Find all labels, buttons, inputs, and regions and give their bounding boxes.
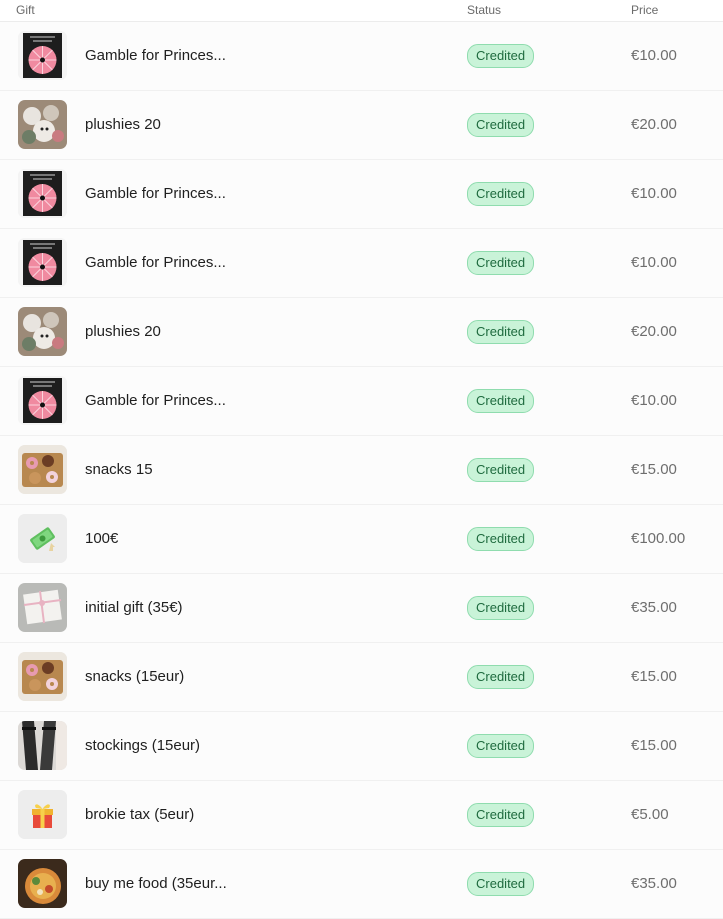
price-value: €100.00 bbox=[631, 530, 686, 547]
table-row[interactable]: Gamble for Princes... Credited €10.00 bbox=[0, 160, 723, 229]
status-badge: Credited bbox=[467, 665, 535, 689]
price-value: €20.00 bbox=[631, 116, 677, 133]
gift-name: brokie tax (5eur) bbox=[85, 806, 195, 823]
wheel-image bbox=[18, 31, 67, 80]
gift-icon bbox=[18, 790, 67, 839]
table-row[interactable]: snacks 15 Credited €15.00 bbox=[0, 436, 723, 505]
status-badge: Credited bbox=[467, 803, 535, 827]
table-row[interactable]: Gamble for Princes... Credited €10.00 bbox=[0, 367, 723, 436]
price-value: €15.00 bbox=[631, 668, 677, 685]
table-header: Gift Status Price bbox=[0, 0, 723, 22]
table-row[interactable]: Gamble for Princes... Credited €10.00 bbox=[0, 22, 723, 91]
plushies-image bbox=[18, 307, 67, 356]
status-badge: Credited bbox=[467, 182, 535, 206]
table-row[interactable]: initial gift (35€) Credited €35.00 bbox=[0, 574, 723, 643]
gift-name: initial gift (35€) bbox=[85, 599, 183, 616]
table-row[interactable]: buy me food (35eur... Credited €35.00 bbox=[0, 850, 723, 919]
wheel-image bbox=[18, 376, 67, 425]
status-badge: Credited bbox=[467, 872, 535, 896]
gift-name: 100€ bbox=[85, 530, 119, 547]
table-row[interactable]: snacks (15eur) Credited €15.00 bbox=[0, 643, 723, 712]
gift-name: buy me food (35eur... bbox=[85, 875, 227, 892]
price-value: €20.00 bbox=[631, 323, 677, 340]
price-value: €10.00 bbox=[631, 254, 677, 271]
status-badge: Credited bbox=[467, 389, 535, 413]
table-row[interactable]: Gamble for Princes... Credited €10.00 bbox=[0, 229, 723, 298]
gift-name: Gamble for Princes... bbox=[85, 392, 226, 409]
gift-column-header: Gift bbox=[16, 3, 35, 17]
gift-name: stockings (15eur) bbox=[85, 737, 201, 754]
food-image bbox=[18, 859, 67, 908]
price-value: €10.00 bbox=[631, 47, 677, 64]
plushies-image bbox=[18, 100, 67, 149]
status-badge: Credited bbox=[467, 44, 535, 68]
table-row[interactable]: plushies 20 Credited €20.00 bbox=[0, 91, 723, 160]
price-value: €15.00 bbox=[631, 737, 677, 754]
gift-box-image bbox=[18, 583, 67, 632]
status-column-header: Status bbox=[467, 3, 502, 17]
gift-name: Gamble for Princes... bbox=[85, 185, 226, 202]
status-badge: Credited bbox=[467, 734, 535, 758]
gift-name: plushies 20 bbox=[85, 116, 161, 133]
price-value: €35.00 bbox=[631, 875, 677, 892]
status-badge: Credited bbox=[467, 113, 535, 137]
gift-name: snacks (15eur) bbox=[85, 668, 185, 685]
price-value: €15.00 bbox=[631, 461, 677, 478]
money-icon bbox=[18, 514, 67, 563]
stockings-image bbox=[18, 721, 67, 770]
gifts-table: Gift Status Price Gamble for Princes... C… bbox=[0, 0, 723, 919]
gift-name: plushies 20 bbox=[85, 323, 161, 340]
status-badge: Credited bbox=[467, 527, 535, 551]
table-row[interactable]: stockings (15eur) Credited €15.00 bbox=[0, 712, 723, 781]
gift-name: Gamble for Princes... bbox=[85, 254, 226, 271]
status-badge: Credited bbox=[467, 596, 535, 620]
gift-name: snacks 15 bbox=[85, 461, 153, 478]
snacks-image bbox=[18, 652, 67, 701]
wheel-image bbox=[18, 169, 67, 218]
price-value: €10.00 bbox=[631, 392, 677, 409]
table-row[interactable]: 100€ Credited €100.00 bbox=[0, 505, 723, 574]
table-body: Gamble for Princes... Credited €10.00 plush… bbox=[0, 22, 723, 919]
table-row[interactable]: brokie tax (5eur) Credited €5.00 bbox=[0, 781, 723, 850]
price-value: €35.00 bbox=[631, 599, 677, 616]
price-value: €10.00 bbox=[631, 185, 677, 202]
wheel-image bbox=[18, 238, 67, 287]
gift-name: Gamble for Princes... bbox=[85, 47, 226, 64]
status-badge: Credited bbox=[467, 458, 535, 482]
price-column-header: Price bbox=[631, 3, 659, 17]
price-value: €5.00 bbox=[631, 806, 669, 823]
table-row[interactable]: plushies 20 Credited €20.00 bbox=[0, 298, 723, 367]
status-badge: Credited bbox=[467, 320, 535, 344]
snacks-image bbox=[18, 445, 67, 494]
status-badge: Credited bbox=[467, 251, 535, 275]
